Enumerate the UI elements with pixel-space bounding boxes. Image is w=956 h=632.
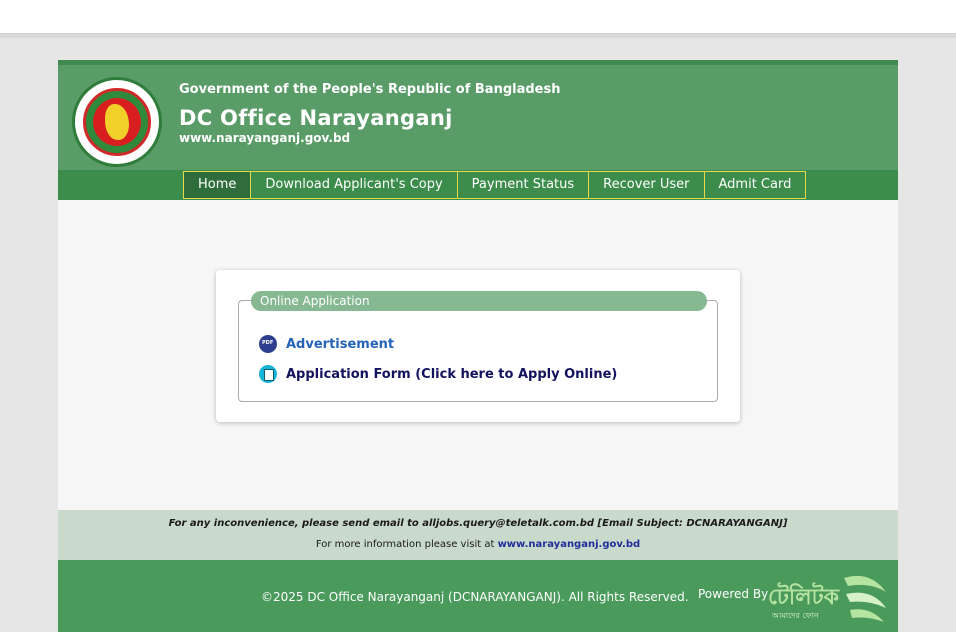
copyright-text: ©2025 DC Office Narayanganj (DCNARAYANGA… [261, 590, 689, 604]
government-emblem-icon [72, 77, 162, 167]
nav-download-applicants-copy[interactable]: Download Applicant's Copy [250, 171, 458, 199]
contact-info-bar: For any inconvenience, please send email… [58, 510, 898, 560]
office-title: DC Office Narayanganj [179, 106, 453, 130]
nav-admit-card[interactable]: Admit Card [703, 171, 807, 199]
main-content: Online Application Advertisement Applica… [58, 200, 898, 510]
teletalk-logo: টেলিটক আমাদের ফোন [768, 576, 848, 626]
teletalk-tagline: আমাদের ফোন [772, 611, 819, 620]
application-form-link[interactable]: Application Form (Click here to Apply On… [259, 365, 617, 383]
teletalk-swoosh-icon [844, 575, 886, 622]
main-navigation: Home Download Applicant's Copy Payment S… [58, 170, 898, 200]
more-info-link[interactable]: www.narayanganj.gov.bd [498, 539, 641, 550]
powered-by-text: Powered By [698, 587, 769, 601]
browser-top-divider [0, 34, 956, 38]
online-application-card: Online Application Advertisement Applica… [216, 270, 740, 422]
office-website: www.narayanganj.gov.bd [179, 131, 351, 145]
form-icon [259, 365, 277, 383]
advertisement-link[interactable]: Advertisement [259, 335, 394, 353]
government-title: Government of the People's Republic of B… [179, 82, 561, 97]
application-form-label[interactable]: Application Form (Click here to Apply On… [286, 367, 617, 382]
advertisement-label[interactable]: Advertisement [286, 337, 394, 352]
browser-top-bar [0, 0, 956, 34]
online-application-fieldset: Online Application Advertisement Applica… [238, 291, 718, 402]
more-info-prefix: For more information please visit at [315, 539, 495, 550]
page-container: Government of the People's Republic of B… [58, 60, 898, 632]
site-footer: ©2025 DC Office Narayanganj (DCNARAYANGA… [58, 560, 898, 632]
more-info-text: For more information please visit at www… [58, 539, 898, 550]
nav-payment-status[interactable]: Payment Status [456, 171, 590, 199]
nav-recover-user[interactable]: Recover User [588, 171, 705, 199]
pdf-icon [259, 335, 277, 353]
site-header: Government of the People's Republic of B… [58, 60, 898, 170]
support-email-text: For any inconvenience, please send email… [168, 518, 788, 529]
online-application-legend: Online Application [251, 291, 707, 311]
nav-home[interactable]: Home [183, 171, 252, 199]
